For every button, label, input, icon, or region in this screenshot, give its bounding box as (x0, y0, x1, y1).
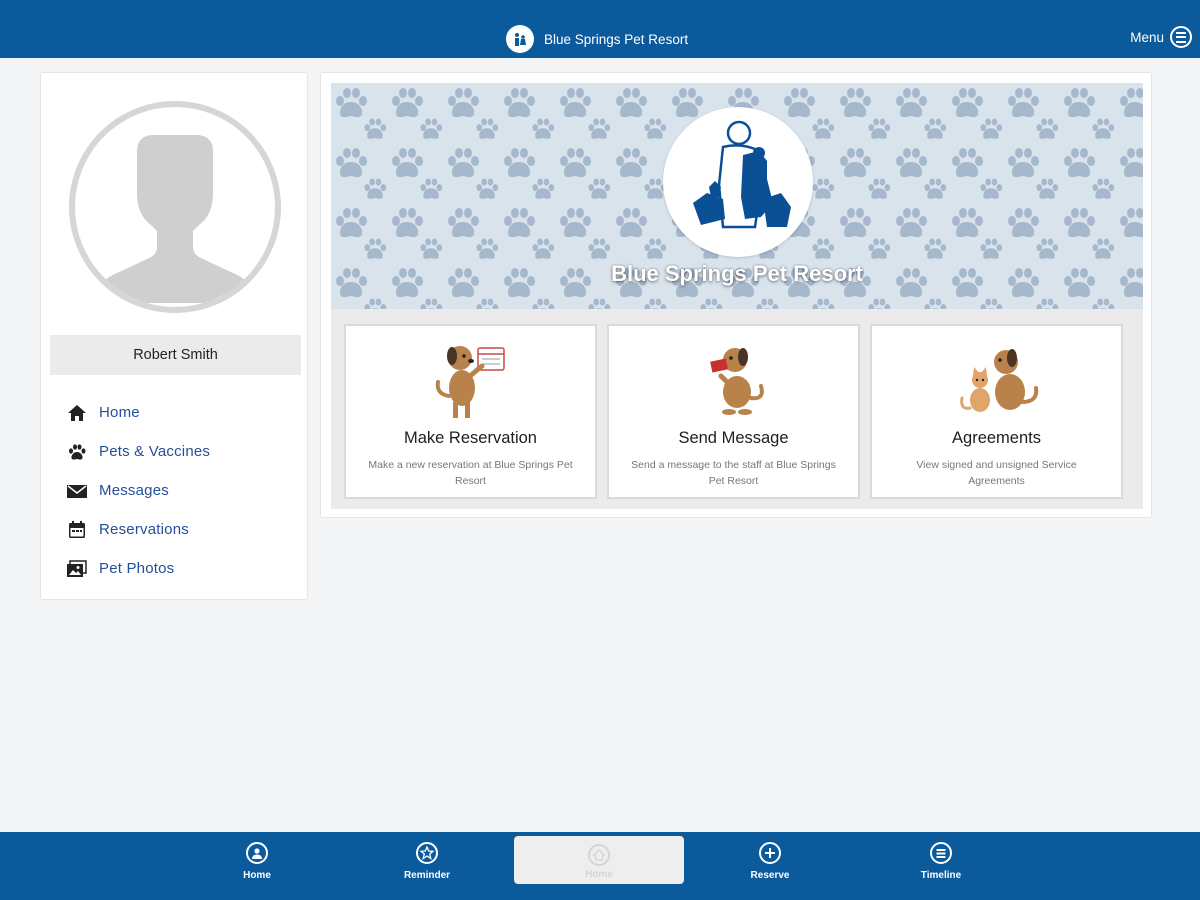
sidebar-item-pets-vaccines[interactable]: Pets & Vaccines (66, 432, 210, 471)
star-icon (416, 842, 438, 864)
user-circle-icon (246, 842, 268, 864)
tile-title: Send Message (678, 429, 789, 447)
resort-name-heading: Blue Springs Pet Resort (611, 261, 863, 286)
top-app-bar: Blue Springs Pet Resort Menu (0, 0, 1200, 58)
tab-home[interactable]: Home (514, 836, 684, 884)
tab-label: Home (243, 870, 271, 881)
tile-description: View signed and unsigned Service Agreeme… (916, 459, 1077, 487)
sidebar-item-label: Pets & Vaccines (99, 443, 211, 460)
timeline-icon (930, 842, 952, 864)
sidebar-item-label: Pet Photos (99, 560, 175, 577)
tile-title: Agreements (952, 429, 1041, 447)
user-name: Robert Smith (50, 335, 301, 375)
main-card: Blue Springs Pet Resort Make Reservation… (320, 72, 1152, 518)
make-reservation-card[interactable]: Make Reservation Make a new reservation … (344, 324, 597, 499)
home-icon (66, 402, 88, 424)
sidebar-item-messages[interactable]: Messages (66, 471, 210, 510)
tab-label: Reserve (750, 870, 790, 881)
dog-with-calendar-icon (422, 336, 522, 421)
sidebar-item-pet-photos[interactable]: Pet Photos (66, 549, 210, 588)
sidebar-item-label: Messages (99, 482, 169, 499)
tile-description: Send a message to the staff at Blue Spri… (631, 459, 836, 487)
sidebar-item-reservations[interactable]: Reservations (66, 510, 210, 549)
resort-banner: Blue Springs Pet Resort Make Reservation… (331, 83, 1143, 509)
plus-icon (759, 842, 781, 864)
envelope-icon (66, 480, 88, 502)
app-title: Blue Springs Pet Resort (544, 31, 689, 47)
resort-logo-icon (506, 25, 534, 53)
resort-logo (663, 107, 813, 257)
tab-label: Reminder (403, 870, 451, 881)
sidebar-item-label: Reservations (99, 521, 189, 538)
tile-description: Make a new reservation at Blue Springs P… (368, 459, 573, 487)
dog-with-envelope-icon (685, 336, 785, 421)
tab-reminder[interactable]: Reminder (342, 832, 512, 900)
bottom-nav-bar: Home Reminder Home Reserve Timeline (0, 832, 1200, 900)
tile-title: Make Reservation (404, 429, 537, 447)
sidebar-nav: Home Pets & Vaccines Messages Reservatio… (66, 393, 210, 588)
tab-timeline[interactable]: Timeline (856, 832, 1026, 900)
agreements-card[interactable]: Agreements View signed and unsigned Serv… (870, 324, 1123, 499)
photos-icon (66, 558, 88, 580)
hamburger-icon (1170, 26, 1192, 48)
sidebar-item-label: Home (99, 404, 140, 421)
tab-label: Home (585, 869, 613, 880)
tab-reserve[interactable]: Reserve (685, 832, 855, 900)
home-circle-icon (588, 844, 610, 866)
tab-home-profile[interactable]: Home (172, 832, 342, 900)
send-message-card[interactable]: Send Message Send a message to the staff… (607, 324, 860, 499)
app-brand: Blue Springs Pet Resort (506, 25, 688, 53)
tab-label: Timeline (920, 870, 962, 881)
calendar-icon (66, 519, 88, 541)
menu-button[interactable]: Menu (1130, 26, 1192, 48)
person-with-pets-icon (693, 120, 791, 229)
dog-and-cat-icon (948, 336, 1048, 421)
menu-label: Menu (1130, 29, 1164, 45)
profile-sidebar: Robert Smith Home Pets & Vaccines Messag… (40, 72, 308, 600)
person-silhouette-icon (91, 135, 259, 303)
avatar (69, 101, 281, 313)
sidebar-item-home[interactable]: Home (66, 393, 210, 432)
paw-icon (66, 441, 88, 463)
